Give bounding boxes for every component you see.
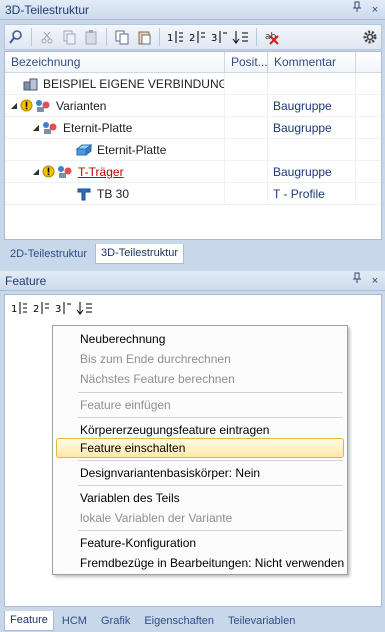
tree-row-comment: T - Profile [268,183,356,204]
feature-tabs: Feature HCM Grafik Eigenschaften Teileva… [4,611,382,631]
menu-item-fremdbezuege[interactable]: Fremdbezüge in Bearbeitungen: Nicht verw… [80,554,344,572]
copy-structure-icon[interactable] [111,27,133,47]
t-profile-icon [75,186,93,202]
tree-row-label: Eternit-Platte [63,120,133,135]
sort-2-icon[interactable]: 2 [186,27,208,47]
warning-icon [19,98,33,114]
tree-row[interactable]: BEISPIEL EIGENE VERBINDUNG [5,73,381,95]
menu-item-naechstes-feature[interactable]: Nächstes Feature berechnen [80,370,235,388]
tree-row-comment: Baugruppe [268,161,356,182]
svg-text:1: 1 [11,304,17,315]
structure-tree: Bezeichnung Posit... Kommentar BEISPIEL … [4,51,382,240]
panel-title-text: 3D-Teilestruktur [5,3,90,17]
tree-row-label: BEISPIEL EIGENE VERBINDUNG [43,76,225,91]
sort-down-icon[interactable] [74,298,96,318]
structure-toolbar: 1 2 3 ab [4,24,382,50]
menu-item-bis-zum-ende[interactable]: Bis zum Ende durchrechnen [80,350,231,368]
plate-part-icon [75,142,93,158]
tree-row-label: TB 30 [97,186,130,201]
search-icon[interactable] [5,27,27,47]
sort-3-icon[interactable]: 3 [52,298,74,318]
tab-hcm[interactable]: HCM [56,611,93,631]
tab-feature[interactable]: Feature [4,611,54,631]
tree-row-comment [268,139,356,160]
teilestruktur-panel-title: 3D-Teilestruktur × [0,0,385,20]
menu-item-feature-konfiguration[interactable]: Feature-Konfiguration [80,534,196,552]
tree-row[interactable]: TB 30 T - Profile [5,183,381,205]
menu-item-feature-einfuegen[interactable]: Feature einfügen [80,396,171,414]
cut-icon[interactable] [36,27,58,47]
menu-item-designvariantenbasiskoerper[interactable]: Designvariantenbasiskörper: Nein [80,464,260,482]
tab-3d-teilestruktur[interactable]: 3D-Teilestruktur [95,244,185,264]
structure-tabs: 2D-Teilestruktur 3D-Teilestruktur [4,244,382,264]
sort-1-icon[interactable]: 1 [8,298,30,318]
expand-triangle-icon[interactable]: ◢ [31,117,41,138]
panel-title-text: Feature [5,274,47,288]
sort-1-icon[interactable]: 1 [164,27,186,47]
menu-separator [78,485,343,486]
close-icon[interactable]: × [369,271,381,291]
svg-text:3: 3 [211,33,217,44]
menu-item-feature-einschalten[interactable]: Feature einschalten [80,439,185,457]
tree-row-comment [268,73,356,94]
paste-structure-icon[interactable] [133,27,155,47]
assembly-icon [23,76,39,92]
menu-separator [78,460,343,461]
menu-item-koerpererzeugungsfeature[interactable]: Körpererzeugungsfeature eintragen [80,421,269,439]
tree-row-label: Eternit-Platte [97,142,167,157]
col-position[interactable]: Posit... [225,52,268,72]
tab-teilevariablen[interactable]: Teilevariablen [222,611,301,631]
paste-icon[interactable] [80,27,102,47]
tab-eigenschaften[interactable]: Eigenschaften [138,611,220,631]
variant-assembly-icon [34,98,52,114]
svg-text:2: 2 [33,304,39,315]
expand-triangle-icon[interactable]: ◢ [31,161,41,182]
col-kommentar[interactable]: Kommentar [268,52,356,72]
tree-row-comment: Baugruppe [268,95,356,116]
tree-row[interactable]: ◢ Varianten Baugruppe [5,95,381,117]
feature-context-menu: Neuberechnung Bis zum Ende durchrechnen … [52,325,348,575]
tab-grafik[interactable]: Grafik [95,611,136,631]
tree-row[interactable]: ◢ Eternit-Platte Baugruppe [5,117,381,139]
expand-triangle-icon[interactable]: ◢ [9,95,19,116]
menu-separator [78,392,343,393]
svg-text:3: 3 [55,304,61,315]
menu-separator [78,417,343,418]
gear-icon[interactable] [359,27,381,47]
menu-separator [78,530,343,531]
svg-text:2: 2 [189,33,195,44]
variant-assembly-icon [56,164,74,180]
tree-row-label[interactable]: T-Träger [78,161,124,182]
tree-header: Bezeichnung Posit... Kommentar [5,52,381,73]
feature-toolbar: 1 2 3 [8,297,378,319]
tree-row-label: Varianten [56,98,107,113]
tree-row[interactable]: ◢ T-Träger Baugruppe [5,161,381,183]
variant-assembly-icon [41,120,59,136]
menu-item-lokale-variablen[interactable]: lokale Variablen der Variante [80,509,232,527]
sort-down-icon[interactable] [230,27,252,47]
pin-icon[interactable] [351,271,363,291]
col-bezeichnung[interactable]: Bezeichnung [5,52,225,72]
tree-row-comment: Baugruppe [268,117,356,138]
tab-2d-teilestruktur[interactable]: 2D-Teilestruktur [4,244,93,264]
tree-row[interactable]: Eternit-Platte [5,139,381,161]
svg-text:1: 1 [167,33,173,44]
menu-item-neuberechnung[interactable]: Neuberechnung [80,330,165,348]
sort-3-icon[interactable]: 3 [208,27,230,47]
pin-icon[interactable] [351,0,363,20]
feature-panel-title: Feature × [0,271,385,291]
menu-item-variablen-des-teils[interactable]: Variablen des Teils [80,489,180,507]
delete-structure-icon[interactable]: ab [261,27,283,47]
copy-icon[interactable] [58,27,80,47]
warning-icon [41,164,55,180]
sort-2-icon[interactable]: 2 [30,298,52,318]
close-icon[interactable]: × [369,0,381,20]
